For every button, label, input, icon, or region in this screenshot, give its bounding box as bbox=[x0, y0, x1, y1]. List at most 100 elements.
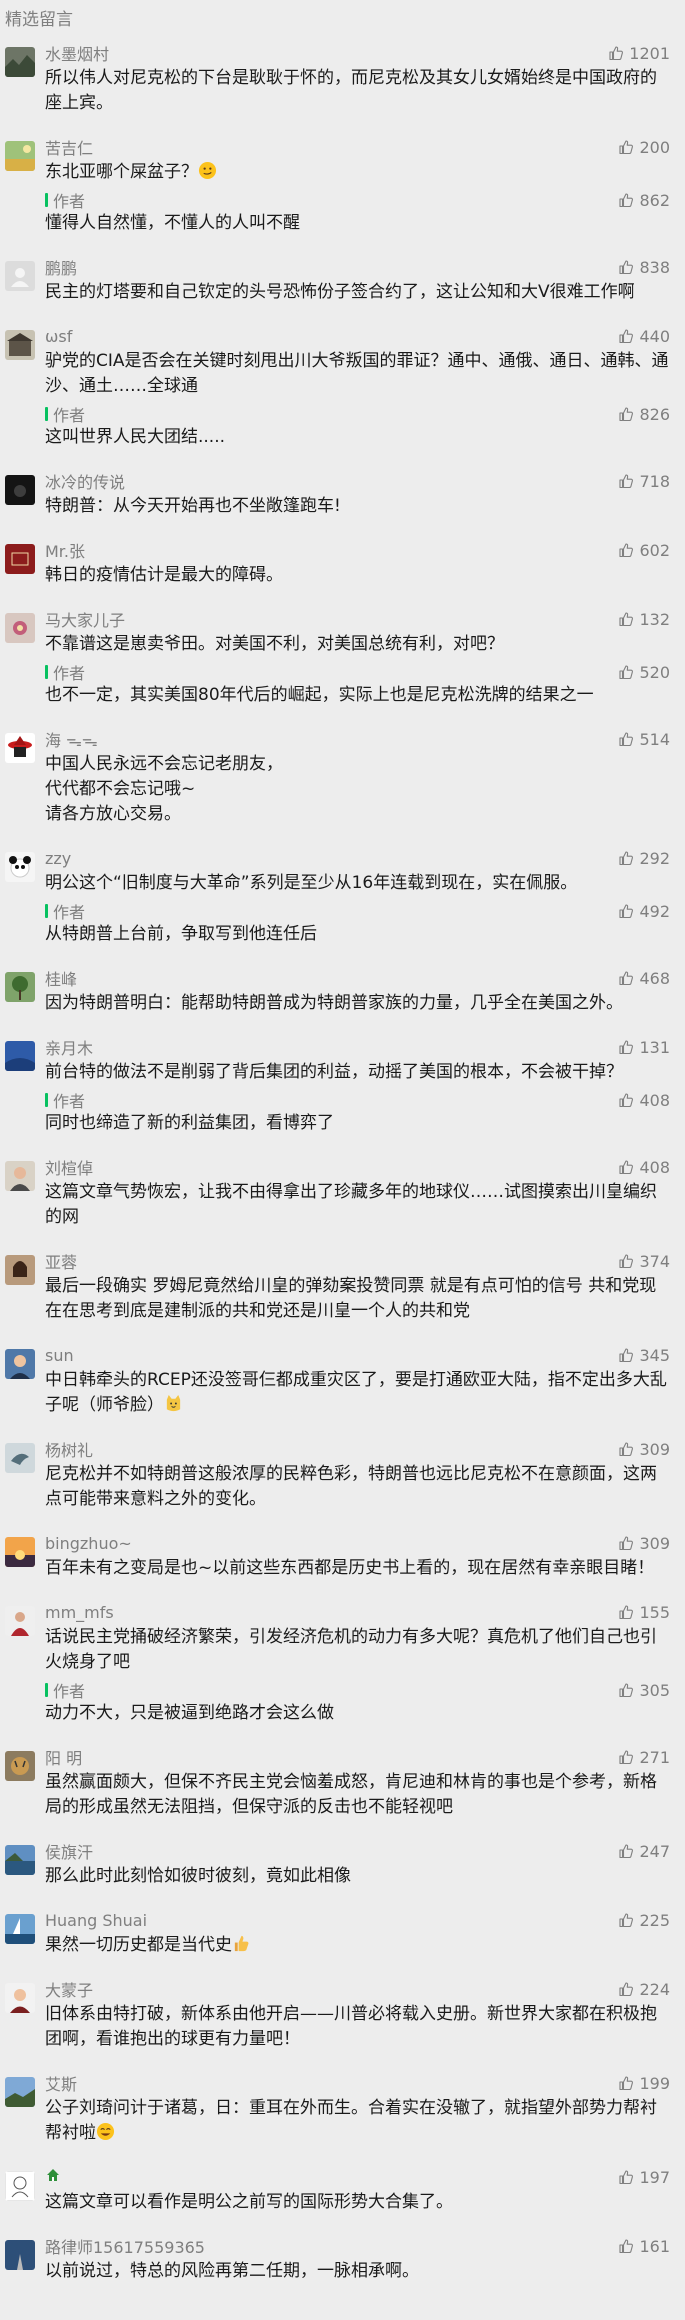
comment-item: bingzhuo~ 309 百年未有之变局是也~以前这些东西都是历史书上看的，现在居… bbox=[0, 1532, 685, 1581]
comment-item: 大蒙子 224 旧体系由特打破，新体系由他开启——川普必将载入史册。新世界大家都在积… bbox=[0, 1978, 685, 2052]
commenter-name[interactable]: mm_mfs bbox=[45, 1603, 114, 1622]
commenter-name[interactable]: 亚蓉 bbox=[45, 1249, 77, 1273]
like-button[interactable]: 131 bbox=[618, 1038, 670, 1057]
default-avatar[interactable] bbox=[5, 261, 35, 291]
comment-text: 前台特的做法不是削弱了背后集团的利益，动摇了美国的根本，不会被干掉？ bbox=[45, 1060, 670, 1085]
tree-avatar[interactable] bbox=[5, 972, 35, 1002]
red-seal-avatar[interactable] bbox=[5, 544, 35, 574]
thumbs-up-icon bbox=[618, 542, 634, 558]
reply-like-button[interactable]: 520 bbox=[618, 663, 670, 682]
panda-avatar[interactable] bbox=[5, 852, 35, 882]
author-label-text: 作者 bbox=[53, 1092, 86, 1111]
like-button[interactable]: 1201 bbox=[608, 44, 670, 63]
like-button[interactable]: 408 bbox=[618, 1158, 670, 1177]
hat-avatar[interactable] bbox=[5, 733, 35, 763]
reply-like-button[interactable]: 492 bbox=[618, 902, 670, 921]
comment-text: 那么此时此刻恰如彼时彼刻，竟如此相像 bbox=[45, 1864, 670, 1889]
commenter-name[interactable]: 桂峰 bbox=[45, 966, 77, 990]
like-button[interactable]: 838 bbox=[618, 258, 670, 277]
like-button[interactable]: 292 bbox=[618, 849, 670, 868]
building-avatar[interactable] bbox=[5, 330, 35, 360]
lake-avatar[interactable] bbox=[5, 1845, 35, 1875]
road-avatar[interactable] bbox=[5, 2240, 35, 2270]
commenter-name[interactable]: 大蒙子 bbox=[45, 1977, 93, 2001]
tiger-avatar[interactable] bbox=[5, 1751, 35, 1781]
commenter-name[interactable]: 苦吉仁 bbox=[45, 135, 93, 159]
like-button[interactable]: 468 bbox=[618, 969, 670, 988]
commenter-name[interactable]: 艾斯 bbox=[45, 2071, 77, 2095]
like-button[interactable]: 440 bbox=[618, 327, 670, 346]
reply-like-button[interactable]: 826 bbox=[618, 405, 670, 424]
reply-like-button[interactable]: 305 bbox=[618, 1681, 670, 1700]
sky-avatar[interactable] bbox=[5, 2077, 35, 2107]
commenter-name[interactable]: 路律师15617559365 bbox=[45, 2234, 205, 2258]
commenter-name[interactable]: Mr.张 bbox=[45, 538, 85, 562]
commenter-name[interactable]: ωsf bbox=[45, 327, 72, 346]
like-button[interactable]: 200 bbox=[618, 138, 670, 157]
thumbs-up-icon bbox=[618, 1749, 634, 1765]
commenter-name[interactable]: 鹏鹏 bbox=[45, 255, 77, 279]
commenter-name[interactable]: 亲月木 bbox=[45, 1035, 93, 1059]
comment-text-content: 那么此时此刻恰如彼时彼刻，竟如此相像 bbox=[45, 1866, 351, 1886]
comment-item: Huang Shuai 225 果然一切历史都是当代史 bbox=[0, 1909, 685, 1958]
like-count: 132 bbox=[639, 609, 670, 629]
commenter-name[interactable]: 海 ᯓᯓ bbox=[45, 727, 98, 751]
commenter-name[interactable] bbox=[45, 2167, 61, 2187]
field-avatar[interactable] bbox=[5, 141, 35, 171]
author-label-text: 作者 bbox=[53, 664, 86, 683]
like-button[interactable]: 718 bbox=[618, 472, 670, 491]
author-label: 作者 bbox=[45, 402, 85, 426]
commenter-name[interactable]: 水墨烟村 bbox=[45, 41, 109, 65]
commenter-name[interactable]: bingzhuo~ bbox=[45, 1534, 132, 1553]
landscape-avatar[interactable] bbox=[5, 47, 35, 77]
smirk-emoji bbox=[198, 161, 217, 182]
comment-text: 民主的灯塔要和自己钦定的头号恐怖份子签合约了，这让公知和大V很难工作啊 bbox=[45, 280, 670, 305]
bird-avatar[interactable] bbox=[5, 1443, 35, 1473]
comment-text-content: 不靠谱这是崽卖爷田。对美国不利，对美国总统有利，对吧？ bbox=[45, 634, 504, 654]
reply-like-count: 305 bbox=[639, 1680, 670, 1700]
thumbs-up-icon bbox=[618, 2169, 634, 2185]
reply-like-count: 408 bbox=[639, 1090, 670, 1110]
like-button[interactable]: 309 bbox=[618, 1440, 670, 1459]
like-button[interactable]: 345 bbox=[618, 1346, 670, 1365]
like-button[interactable]: 514 bbox=[618, 730, 670, 749]
like-button[interactable]: 602 bbox=[618, 541, 670, 560]
flower-avatar[interactable] bbox=[5, 613, 35, 643]
reply-like-button[interactable]: 862 bbox=[618, 191, 670, 210]
lady-avatar[interactable] bbox=[5, 1606, 35, 1636]
commenter-name[interactable]: Huang Shuai bbox=[45, 1911, 147, 1930]
dark-avatar[interactable] bbox=[5, 475, 35, 505]
guy-avatar[interactable] bbox=[5, 1983, 35, 2013]
woman-avatar[interactable] bbox=[5, 1255, 35, 1285]
sunset-avatar[interactable] bbox=[5, 1537, 35, 1567]
reply-like-button[interactable]: 408 bbox=[618, 1091, 670, 1110]
author-reply: 作者 305 动力不大，只是被逼到绝路才会这么做 bbox=[45, 1679, 670, 1726]
sail-avatar[interactable] bbox=[5, 1914, 35, 1944]
like-button[interactable]: 197 bbox=[618, 2168, 670, 2187]
person-avatar[interactable] bbox=[5, 1161, 35, 1191]
like-button[interactable]: 155 bbox=[618, 1603, 670, 1622]
commenter-name[interactable]: 马大家儿子 bbox=[45, 607, 125, 631]
commenter-name[interactable]: 阳 明 bbox=[45, 1745, 82, 1769]
like-button[interactable]: 271 bbox=[618, 1748, 670, 1767]
like-button[interactable]: 309 bbox=[618, 1534, 670, 1553]
like-button[interactable]: 161 bbox=[618, 2237, 670, 2256]
sketch-avatar[interactable] bbox=[5, 2171, 35, 2201]
thumbs-up-icon bbox=[618, 850, 634, 866]
blue-avatar[interactable] bbox=[5, 1041, 35, 1071]
commenter-name[interactable]: sun bbox=[45, 1346, 74, 1365]
like-button[interactable]: 374 bbox=[618, 1252, 670, 1271]
like-button[interactable]: 225 bbox=[618, 1911, 670, 1930]
like-button[interactable]: 199 bbox=[618, 2074, 670, 2093]
like-button[interactable]: 247 bbox=[618, 1842, 670, 1861]
man-avatar[interactable] bbox=[5, 1349, 35, 1379]
comment-text: 尼克松并不如特朗普这般浓厚的民粹色彩，特朗普也远比尼克松不在意颜面，这两点可能带… bbox=[45, 1462, 670, 1512]
commenter-name[interactable]: zzy bbox=[45, 849, 71, 868]
commenter-name[interactable]: 杨树礼 bbox=[45, 1437, 93, 1461]
commenter-name[interactable]: 侯旗汗 bbox=[45, 1839, 93, 1863]
commenter-name[interactable]: 刘楦倬 bbox=[45, 1155, 93, 1179]
commenter-name[interactable]: 冰冷的传说 bbox=[45, 469, 125, 493]
thumbs-up-icon bbox=[618, 1912, 634, 1928]
like-button[interactable]: 132 bbox=[618, 610, 670, 629]
like-button[interactable]: 224 bbox=[618, 1980, 670, 1999]
